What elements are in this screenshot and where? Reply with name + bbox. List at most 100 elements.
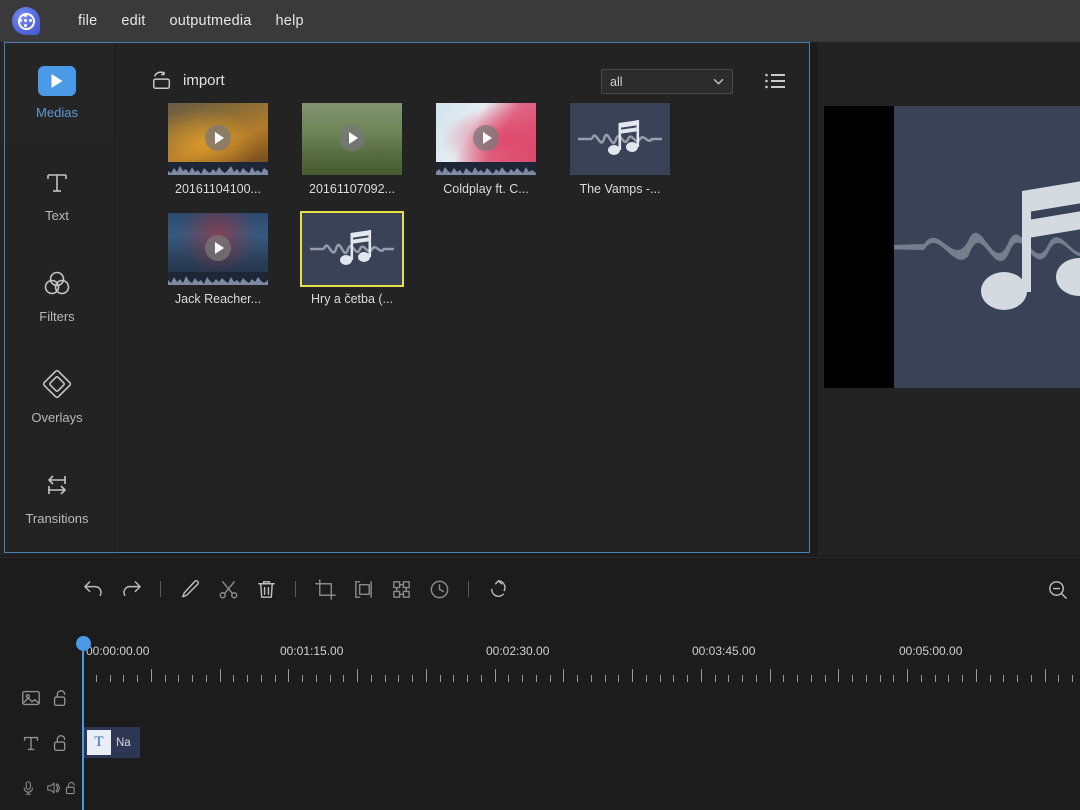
pip-button[interactable]: [344, 570, 382, 608]
ruler-label: 00:01:15.00: [280, 644, 343, 658]
playhead-handle[interactable]: [76, 636, 91, 651]
toolbar-divider: [468, 581, 469, 597]
clock-icon: [428, 578, 451, 601]
media-item-name: The Vamps -...: [553, 182, 687, 196]
text-clip[interactable]: T Na: [84, 727, 140, 758]
picture-in-picture-icon: [352, 578, 375, 601]
zoom-out-button[interactable]: [1038, 570, 1076, 608]
unlock-icon[interactable]: [50, 687, 72, 709]
speaker-icon[interactable]: [45, 777, 62, 799]
scissors-icon: [217, 578, 240, 601]
play-icon: [473, 125, 499, 151]
redo-button[interactable]: [112, 570, 150, 608]
text-track: T Na: [0, 720, 1080, 765]
preview-media-audio: [894, 106, 1080, 388]
undo-icon: [82, 578, 105, 601]
video-editor-window: file edit outputmedia help Medias Text: [0, 0, 1080, 810]
media-item[interactable]: 20161107092...: [285, 103, 419, 196]
media-thumbnail: [168, 213, 268, 285]
media-item[interactable]: Coldplay ft. C...: [419, 103, 553, 196]
film-reel-logo[interactable]: [12, 7, 40, 35]
menu-file[interactable]: file: [66, 9, 109, 33]
text-track-header: [0, 720, 80, 765]
text-track-lane[interactable]: T Na: [84, 720, 1080, 765]
audio-waveform-icon: [570, 103, 670, 175]
audio-track: [0, 765, 1080, 810]
media-library-panel: import all: [4, 42, 810, 553]
undo-button[interactable]: [74, 570, 112, 608]
preview-panel: aspect_ratio 16:9: [818, 42, 1080, 555]
media-item[interactable]: Jack Reacher...: [151, 213, 285, 306]
export-button[interactable]: [479, 570, 517, 608]
speed-button[interactable]: [420, 570, 458, 608]
timeline-ruler[interactable]: 00:00:00.00 00:01:15.00 00:02:30.00 00:0…: [0, 620, 1080, 668]
timeline-panel: 00:00:00.00 00:01:15.00 00:02:30.00 00:0…: [0, 557, 1080, 810]
import-button[interactable]: import: [151, 69, 225, 91]
video-track: [0, 675, 1080, 720]
split-button[interactable]: [209, 570, 247, 608]
preview-stage[interactable]: [824, 106, 1080, 388]
timeline-toolbar: [0, 558, 1080, 620]
text-clip-label: Na: [116, 737, 131, 749]
text-clip-icon: T: [87, 730, 111, 755]
edit-button[interactable]: [171, 570, 209, 608]
media-item-name: Jack Reacher...: [151, 292, 285, 306]
mosaic-icon: [390, 578, 413, 601]
list-view-icon[interactable]: [763, 69, 787, 93]
audio-waveform-icon: [302, 213, 402, 285]
unlock-icon[interactable]: [63, 777, 80, 799]
menu-edit[interactable]: edit: [109, 9, 157, 33]
play-icon: [339, 125, 365, 151]
chevron-down-icon: [713, 78, 724, 85]
toolbar-divider: [160, 581, 161, 597]
unlock-icon[interactable]: [50, 732, 72, 754]
zoom-out-icon: [1046, 578, 1069, 601]
media-filter-value: all: [610, 75, 623, 89]
media-item-name: Hry a četba (...: [285, 292, 419, 306]
play-icon: [205, 235, 231, 261]
toolbar-divider: [295, 581, 296, 597]
media-item-name: 20161107092...: [285, 182, 419, 196]
media-thumbnail: [302, 213, 402, 285]
ruler-label: 00:05:00.00: [899, 644, 962, 658]
delete-button[interactable]: [247, 570, 285, 608]
menu-help[interactable]: help: [264, 9, 316, 33]
pencil-icon: [179, 578, 202, 601]
media-thumbnail: [302, 103, 402, 175]
ruler-label: 00:02:30.00: [486, 644, 549, 658]
crop-icon: [314, 578, 337, 601]
waveform-strip: [168, 162, 268, 175]
media-thumbnail: [168, 103, 268, 175]
media-thumbnail: [570, 103, 670, 175]
playhead-line: [82, 644, 84, 810]
media-filter-dropdown[interactable]: all: [601, 69, 733, 94]
mosaic-button[interactable]: [382, 570, 420, 608]
menu-outputmedia[interactable]: outputmedia: [158, 9, 264, 33]
image-icon: [20, 687, 42, 709]
ruler-label: 00:00:00.00: [86, 644, 149, 658]
audio-track-header: [0, 765, 80, 810]
audio-track-lane[interactable]: [84, 765, 1080, 810]
media-item[interactable]: The Vamps -...: [553, 103, 687, 196]
timeline-tracks: T Na: [0, 675, 1080, 810]
ruler-label: 00:03:45.00: [692, 644, 755, 658]
share-icon: [487, 578, 510, 601]
play-icon: [205, 125, 231, 151]
audio-waveform-icon: [894, 151, 1080, 341]
media-item-name: Coldplay ft. C...: [419, 182, 553, 196]
import-label: import: [183, 72, 225, 89]
trash-icon: [255, 578, 278, 601]
ruler-labels: 00:00:00.00 00:01:15.00 00:02:30.00 00:0…: [0, 620, 1080, 642]
video-track-header: [0, 675, 80, 720]
media-library-content: import all: [115, 43, 809, 552]
media-item-selected[interactable]: Hry a četba (...: [285, 213, 419, 306]
media-item-name: 20161104100...: [151, 182, 285, 196]
redo-icon: [120, 578, 143, 601]
film-reel-icon: [18, 13, 35, 30]
video-track-lane[interactable]: [84, 675, 1080, 720]
media-item[interactable]: 20161104100...: [151, 103, 285, 196]
media-grid: 20161104100... 20161107092...: [151, 103, 797, 323]
crop-button[interactable]: [306, 570, 344, 608]
menu-bar: file edit outputmedia help: [0, 0, 1080, 42]
waveform-strip: [436, 162, 536, 175]
